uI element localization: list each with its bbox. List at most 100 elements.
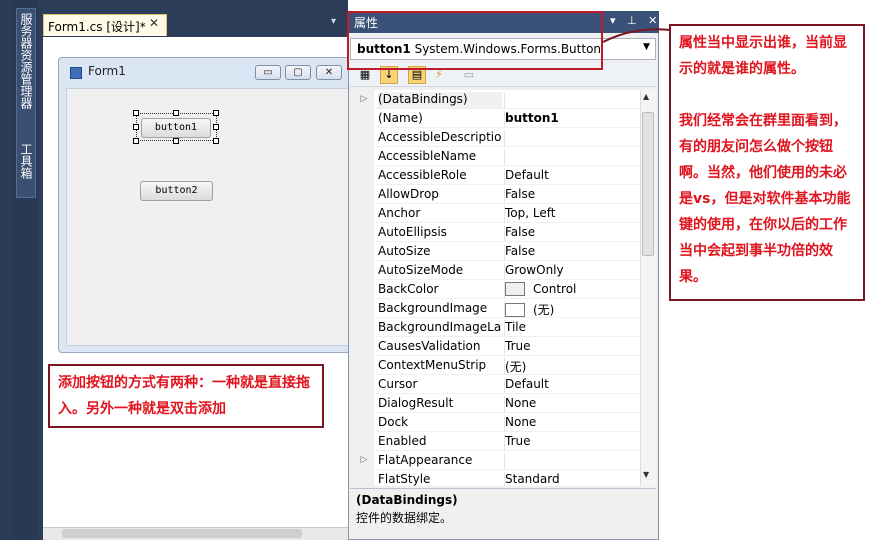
property-row[interactable]: Anchor Top, Left (354, 204, 640, 223)
property-value[interactable]: False (504, 244, 640, 260)
property-name: BackgroundImageLayout (378, 320, 502, 334)
property-row[interactable]: ContextMenuStrip (无) (354, 356, 640, 375)
form-close-icon[interactable]: ✕ (316, 65, 342, 80)
row-gutter (354, 147, 374, 166)
property-row[interactable]: AccessibleDescription (354, 128, 640, 147)
description-title: (DataBindings) (356, 493, 458, 507)
property-name: FlatStyle (378, 472, 431, 486)
property-row[interactable]: Enabled True (354, 432, 640, 451)
annotation-arrow (602, 28, 672, 43)
annotation-bottom-note: 添加按钮的方式有两种：一种就是直接拖入。另外一种就是双击添加 (48, 364, 324, 428)
property-row[interactable]: FlatStyle Standard (354, 470, 640, 486)
property-row[interactable]: AutoSizeMode GrowOnly (354, 261, 640, 280)
property-name: BackColor (378, 282, 439, 296)
minimize-icon[interactable]: ▭ (255, 65, 281, 80)
row-gutter (354, 128, 374, 147)
row-gutter (354, 356, 374, 375)
property-name: Anchor (378, 206, 421, 220)
property-name: Cursor (378, 377, 418, 391)
expand-icon[interactable]: ▷ (354, 90, 374, 109)
property-row[interactable]: Cursor Default (354, 375, 640, 394)
resize-handle-se[interactable] (213, 138, 219, 144)
row-gutter (354, 318, 374, 337)
property-value[interactable]: GrowOnly (504, 263, 640, 279)
property-value[interactable] (504, 453, 640, 469)
property-row[interactable]: AccessibleName (354, 147, 640, 166)
property-value[interactable]: Control (504, 282, 640, 298)
property-value[interactable]: (无) (504, 301, 640, 317)
property-value[interactable] (504, 92, 640, 108)
expand-icon[interactable]: ▷ (354, 451, 374, 470)
property-row[interactable]: ▷ FlatAppearance (354, 451, 640, 470)
resize-handle-ne[interactable] (213, 110, 219, 116)
property-value-text: False (505, 225, 536, 239)
property-name: Enabled (378, 434, 427, 448)
row-gutter (354, 185, 374, 204)
property-name: FlatAppearance (378, 453, 473, 467)
property-row[interactable]: Dock None (354, 413, 640, 432)
property-value-text: Default (505, 168, 549, 182)
resize-handle-e[interactable] (213, 124, 219, 130)
row-gutter (354, 470, 374, 486)
property-value[interactable]: Tile (504, 320, 640, 336)
vertical-tab-group: 服务器资源管理器 工具箱 (16, 8, 36, 198)
property-value[interactable]: Top, Left (504, 206, 640, 222)
property-value[interactable]: True (504, 339, 640, 355)
resize-handle-n[interactable] (173, 110, 179, 116)
property-row[interactable]: AutoSize False (354, 242, 640, 261)
row-gutter (354, 280, 374, 299)
property-value[interactable]: None (504, 415, 640, 431)
property-grid-scroll-thumb[interactable] (642, 112, 654, 256)
row-gutter (354, 432, 374, 451)
toolbox-tab[interactable]: 工具箱 (18, 143, 34, 179)
property-row[interactable]: DialogResult None (354, 394, 640, 413)
scroll-down-icon[interactable]: ▼ (643, 470, 649, 479)
property-value-text: Control (533, 282, 577, 296)
property-name: (Name) (378, 111, 423, 125)
property-value[interactable]: (无) (504, 358, 640, 374)
property-value[interactable]: None (504, 396, 640, 412)
property-value[interactable]: button1 (504, 111, 640, 127)
row-gutter (354, 109, 374, 128)
property-row[interactable]: BackgroundImage (无) (354, 299, 640, 318)
property-value[interactable] (504, 149, 640, 165)
button1-control[interactable]: button1 (141, 118, 211, 138)
property-value[interactable] (504, 130, 640, 146)
resize-handle-nw[interactable] (133, 110, 139, 116)
property-row[interactable]: AllowDrop False (354, 185, 640, 204)
property-row[interactable]: (Name) button1 (354, 109, 640, 128)
chevron-down-icon[interactable]: ▾ (331, 16, 336, 27)
property-row[interactable]: BackColor Control (354, 280, 640, 299)
property-value[interactable]: Default (504, 168, 640, 184)
button2-control[interactable]: button2 (140, 181, 213, 201)
row-gutter (354, 261, 374, 280)
property-row[interactable]: AccessibleRole Default (354, 166, 640, 185)
resize-handle-s[interactable] (173, 138, 179, 144)
description-text: 控件的数据绑定。 (356, 511, 453, 525)
horizontal-scroll-thumb[interactable] (62, 529, 302, 538)
annotation-right-note: 属性当中显示出谁，当前显示的就是谁的属性。 我们经常会在群里面看到，有的朋友问怎… (669, 24, 865, 301)
property-value-text: GrowOnly (505, 263, 564, 277)
property-description-pane: (DataBindings) 控件的数据绑定。 (350, 488, 656, 538)
property-value[interactable]: False (504, 225, 640, 241)
property-value[interactable]: True (504, 434, 640, 450)
property-value-text: None (505, 415, 537, 429)
maximize-icon[interactable]: ▢ (285, 65, 311, 80)
resize-handle-sw[interactable] (133, 138, 139, 144)
row-gutter (354, 223, 374, 242)
property-value-text: Default (505, 377, 549, 391)
row-gutter (354, 204, 374, 223)
property-row[interactable]: CausesValidation True (354, 337, 640, 356)
server-explorer-tab[interactable]: 服务器资源管理器 (18, 13, 34, 109)
property-value[interactable]: Standard (504, 472, 640, 486)
property-value[interactable]: False (504, 187, 640, 203)
property-value[interactable]: Default (504, 377, 640, 393)
property-value-text: Standard (505, 472, 560, 486)
property-name: AccessibleRole (378, 168, 467, 182)
property-row[interactable]: BackgroundImageLayoutTile (354, 318, 640, 337)
close-icon[interactable]: ✕ (149, 16, 159, 30)
property-row[interactable]: AutoEllipsis False (354, 223, 640, 242)
scroll-up-icon[interactable]: ▲ (643, 92, 649, 101)
resize-handle-w[interactable] (133, 124, 139, 130)
property-row[interactable]: ▷ (DataBindings) (354, 90, 640, 109)
